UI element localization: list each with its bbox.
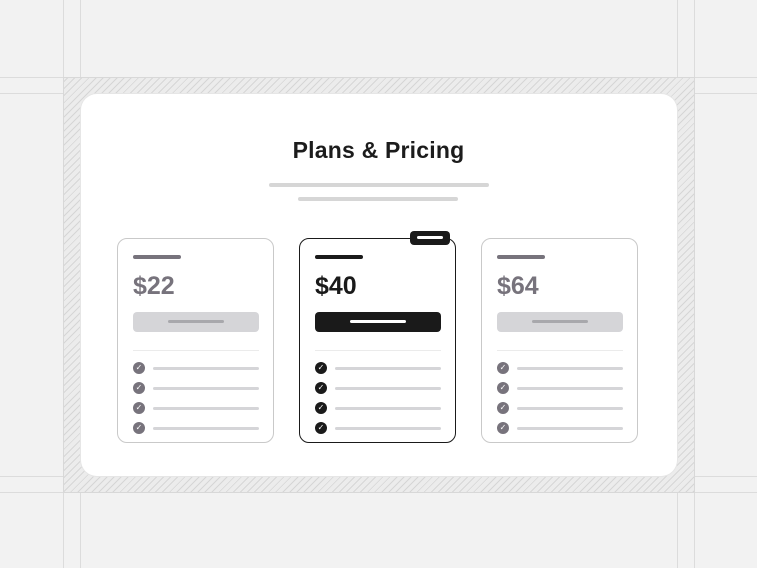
feature-item: ✓ bbox=[497, 382, 623, 394]
select-plan-button[interactable] bbox=[497, 312, 623, 332]
feature-text-placeholder bbox=[517, 407, 623, 410]
check-icon: ✓ bbox=[133, 362, 145, 374]
plan-card-featured: $40 ✓ ✓ ✓ ✓ bbox=[299, 238, 456, 443]
feature-text-placeholder bbox=[517, 367, 623, 370]
page-title: Plans & Pricing bbox=[292, 137, 465, 163]
check-icon: ✓ bbox=[497, 402, 509, 414]
check-icon: ✓ bbox=[315, 402, 327, 414]
check-icon: ✓ bbox=[315, 422, 327, 434]
feature-item: ✓ bbox=[133, 402, 259, 414]
feature-item: ✓ bbox=[133, 382, 259, 394]
feature-item: ✓ bbox=[133, 422, 259, 434]
feature-text-placeholder bbox=[153, 367, 259, 370]
plan-name-placeholder bbox=[133, 255, 181, 259]
check-icon: ✓ bbox=[133, 402, 145, 414]
plan-card-basic: $22 ✓ ✓ ✓ ✓ bbox=[117, 238, 274, 443]
feature-item: ✓ bbox=[315, 382, 441, 394]
button-label-placeholder bbox=[532, 320, 588, 323]
check-icon: ✓ bbox=[133, 422, 145, 434]
feature-text-placeholder bbox=[153, 427, 259, 430]
check-icon: ✓ bbox=[497, 362, 509, 374]
check-icon: ✓ bbox=[133, 382, 145, 394]
plan-name-placeholder bbox=[315, 255, 363, 259]
subtitle-placeholder bbox=[269, 183, 489, 187]
plan-price: $22 bbox=[133, 272, 175, 300]
feature-text-placeholder bbox=[153, 407, 259, 410]
feature-text-placeholder bbox=[335, 427, 441, 430]
feature-item: ✓ bbox=[133, 362, 259, 374]
check-icon: ✓ bbox=[315, 382, 327, 394]
select-plan-button[interactable] bbox=[133, 312, 259, 332]
select-plan-button[interactable] bbox=[315, 312, 441, 332]
feature-item: ✓ bbox=[497, 362, 623, 374]
plan-price: $64 bbox=[497, 272, 539, 300]
button-label-placeholder bbox=[168, 320, 224, 323]
plan-name-placeholder bbox=[497, 255, 545, 259]
feature-item: ✓ bbox=[315, 422, 441, 434]
check-icon: ✓ bbox=[497, 382, 509, 394]
divider bbox=[133, 350, 259, 351]
feature-item: ✓ bbox=[315, 402, 441, 414]
popular-badge bbox=[410, 231, 450, 245]
feature-item: ✓ bbox=[315, 362, 441, 374]
feature-item: ✓ bbox=[497, 402, 623, 414]
feature-text-placeholder bbox=[335, 387, 441, 390]
button-label-placeholder bbox=[350, 320, 406, 323]
subtitle-placeholder bbox=[298, 197, 458, 201]
divider bbox=[497, 350, 623, 351]
feature-item: ✓ bbox=[497, 422, 623, 434]
divider bbox=[315, 350, 441, 351]
feature-text-placeholder bbox=[153, 387, 259, 390]
check-icon: ✓ bbox=[315, 362, 327, 374]
plan-card-premium: $64 ✓ ✓ ✓ ✓ bbox=[481, 238, 638, 443]
feature-text-placeholder bbox=[517, 427, 623, 430]
feature-text-placeholder bbox=[335, 367, 441, 370]
feature-text-placeholder bbox=[335, 407, 441, 410]
plan-price: $40 bbox=[315, 272, 357, 300]
check-icon: ✓ bbox=[497, 422, 509, 434]
badge-label-placeholder bbox=[417, 236, 443, 239]
feature-text-placeholder bbox=[517, 387, 623, 390]
